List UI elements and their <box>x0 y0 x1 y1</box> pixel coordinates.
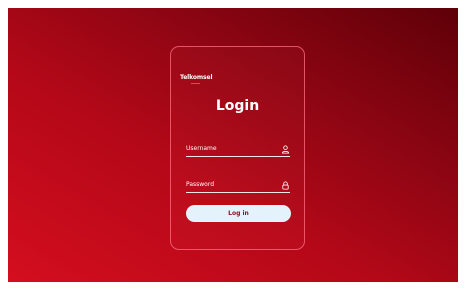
login-screen: Telkomsel Login Username Password Log in <box>8 8 458 282</box>
username-label: Username <box>186 145 217 152</box>
telkomsel-logo: Telkomsel <box>180 74 213 81</box>
page-title: Login <box>215 98 260 114</box>
login-button[interactable]: Log in <box>186 205 291 222</box>
username-underline <box>186 156 290 157</box>
password-label: Password <box>186 181 215 188</box>
logo-underline <box>191 83 200 84</box>
password-underline <box>186 192 290 193</box>
login-card: Telkomsel Login Username Password Log in <box>170 46 305 250</box>
user-icon <box>281 145 290 154</box>
lock-icon <box>282 181 289 190</box>
